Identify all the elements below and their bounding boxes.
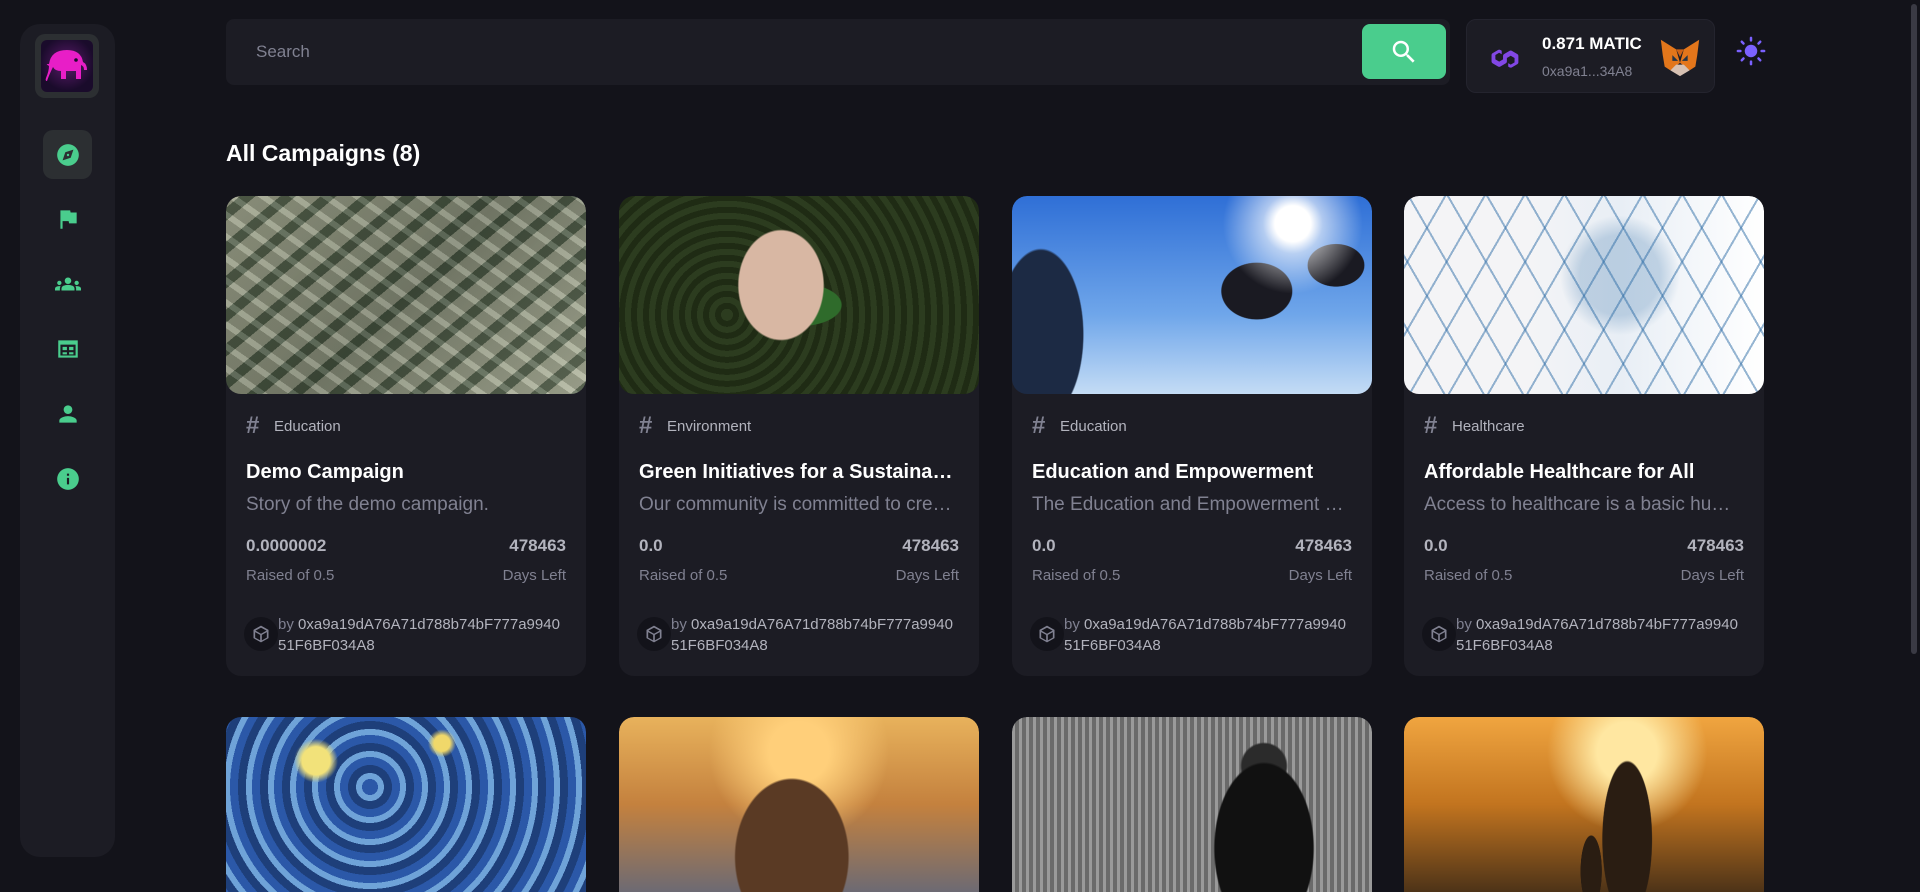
campaign-title: Green Initiatives for a Sustainable Futu… <box>639 461 959 483</box>
nav-payment[interactable] <box>43 324 92 373</box>
cube-icon <box>244 617 278 651</box>
nav-dashboard[interactable] <box>43 130 92 179</box>
app-root: 0.871 MATIC 0xa9a1...34A8 All Campaigns … <box>0 0 1920 892</box>
campaign-card[interactable]: # Education Education and Empowerment The… <box>1012 196 1372 676</box>
owner-address: 0xa9a19dA76A71d788b74bF777a994051F6BF034… <box>1456 616 1738 654</box>
days-left-label: Days Left <box>1288 567 1352 584</box>
wallet-address: 0xa9a1...34A8 <box>1542 63 1633 79</box>
campaign-image <box>619 196 979 394</box>
elephant-icon <box>45 50 87 81</box>
owner-address: 0xa9a19dA76A71d788b74bF777a994051F6BF034… <box>671 616 953 654</box>
metamask-fox-icon <box>1660 39 1700 77</box>
wallet-info[interactable]: 0.871 MATIC 0xa9a1...34A8 <box>1466 19 1715 93</box>
nav-community[interactable] <box>43 259 92 308</box>
days-left-label: Days Left <box>502 567 566 584</box>
campaign-image <box>1012 196 1372 394</box>
raised-label: Raised of 0.5 <box>639 567 728 584</box>
campaign-category: Education <box>1060 417 1127 435</box>
raised-label: Raised of 0.5 <box>1424 567 1513 584</box>
campaign-image <box>226 196 586 394</box>
campaign-card[interactable] <box>619 717 979 892</box>
search-button[interactable] <box>1362 24 1446 79</box>
campaign-category: Education <box>274 417 341 435</box>
days-left: 478463 <box>1687 536 1744 555</box>
elephant-logo[interactable] <box>35 34 99 98</box>
campaign-image <box>1012 717 1372 892</box>
polygon-icon <box>1491 49 1519 68</box>
sidebar <box>20 24 115 857</box>
page-title: All Campaigns (8) <box>226 140 421 166</box>
scrollbar-thumb[interactable] <box>1911 4 1917 654</box>
campaign-owner: by 0xa9a19dA76A71d788b74bF777a994051F6BF… <box>1456 616 1738 654</box>
person-icon <box>58 404 77 423</box>
hashtag-icon: # <box>1424 412 1438 439</box>
search-input[interactable] <box>226 19 1356 85</box>
campaign-card[interactable] <box>226 717 586 892</box>
nav-info[interactable] <box>43 454 92 503</box>
campaign-card[interactable]: # Education Demo Campaign Story of the de… <box>226 196 586 676</box>
raised-label: Raised of 0.5 <box>246 567 335 584</box>
hashtag-icon: # <box>1032 412 1046 439</box>
campaign-category: Environment <box>667 417 752 435</box>
campaign-card[interactable] <box>1012 717 1372 892</box>
campaign-description: Access to healthcare is a basic human ri… <box>1424 494 1744 515</box>
campaign-description: Story of the demo campaign. <box>246 494 489 515</box>
campaign-description: Our community is committed to creating a… <box>639 494 959 515</box>
campaign-category: Healthcare <box>1452 417 1525 435</box>
campaign-owner: by 0xa9a19dA76A71d788b74bF777a994051F6BF… <box>1064 616 1346 654</box>
amount-raised: 0.0 <box>639 536 663 555</box>
campaign-title: Education and Empowerment <box>1032 461 1314 483</box>
flag-icon <box>59 209 77 229</box>
campaign-owner: by 0xa9a19dA76A71d788b74bF777a994051F6BF… <box>278 616 560 654</box>
search-icon <box>1392 40 1415 63</box>
hashtag-icon: # <box>246 412 260 439</box>
days-left: 478463 <box>509 536 566 555</box>
campaign-image <box>1404 196 1764 394</box>
wallet-balance: 0.871 MATIC <box>1542 34 1642 53</box>
amount-raised: 0.0000002 <box>246 536 327 555</box>
amount-raised: 0.0 <box>1424 536 1448 555</box>
campaign-title: Affordable Healthcare for All <box>1424 461 1695 483</box>
campaign-card[interactable] <box>1404 717 1764 892</box>
calendar-table-icon <box>57 339 78 358</box>
campaign-image <box>619 717 979 892</box>
sun-icon <box>1736 36 1766 66</box>
cube-icon <box>637 617 671 651</box>
campaign-card[interactable]: # Environment Green Initiatives for a Sus… <box>619 196 979 676</box>
nav-profile[interactable] <box>43 389 92 438</box>
amount-raised: 0.0 <box>1032 536 1056 555</box>
nav-campaign[interactable] <box>43 194 92 243</box>
search-bar <box>226 19 1450 85</box>
campaign-card[interactable]: # Healthcare Affordable Healthcare for Al… <box>1404 196 1764 676</box>
group-icon <box>54 277 81 290</box>
campaign-image <box>226 717 586 892</box>
cube-icon <box>1422 617 1456 651</box>
campaign-title: Demo Campaign <box>246 461 404 483</box>
days-left-label: Days Left <box>1680 567 1744 584</box>
owner-address: 0xa9a19dA76A71d788b74bF777a994051F6BF034… <box>278 616 560 654</box>
days-left-label: Days Left <box>895 567 959 584</box>
compass-icon <box>56 143 79 166</box>
days-left: 478463 <box>902 536 959 555</box>
cube-icon <box>1030 617 1064 651</box>
info-icon <box>56 467 79 490</box>
campaign-owner: by 0xa9a19dA76A71d788b74bF777a994051F6BF… <box>671 616 953 654</box>
raised-label: Raised of 0.5 <box>1032 567 1121 584</box>
days-left: 478463 <box>1295 536 1352 555</box>
hashtag-icon: # <box>639 412 653 439</box>
theme-toggle[interactable] <box>1734 34 1768 68</box>
campaign-description: The Education and Empowerment campaign <box>1032 494 1352 515</box>
campaign-image <box>1404 717 1764 892</box>
owner-address: 0xa9a19dA76A71d788b74bF777a994051F6BF034… <box>1064 616 1346 654</box>
